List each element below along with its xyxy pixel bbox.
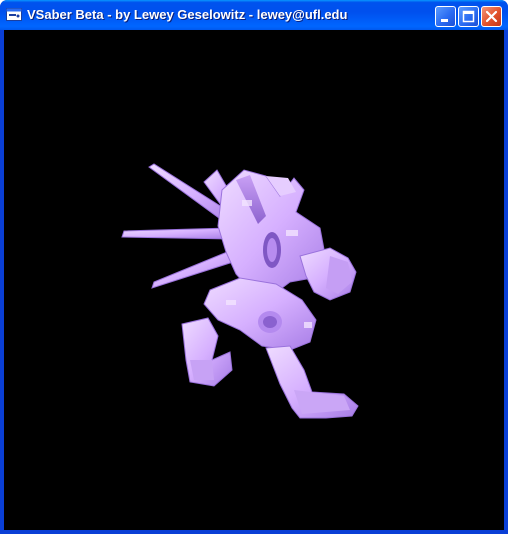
arm <box>299 247 357 301</box>
maximize-button[interactable] <box>458 6 479 27</box>
close-icon <box>485 10 498 23</box>
app-window-icon <box>6 8 22 21</box>
minimize-icon <box>441 19 448 22</box>
window-title: VSaber Beta - by Lewey Geselowitz - lewe… <box>27 7 348 22</box>
robot-model-render <box>121 163 359 419</box>
close-button[interactable] <box>481 6 502 27</box>
render-viewport[interactable] <box>4 30 504 530</box>
minimize-button[interactable] <box>435 6 456 27</box>
application-window: VSaber Beta - by Lewey Geselowitz - lewe… <box>0 0 508 534</box>
title-bar[interactable]: VSaber Beta - by Lewey Geselowitz - lewe… <box>0 0 508 30</box>
maximize-icon <box>462 10 475 23</box>
